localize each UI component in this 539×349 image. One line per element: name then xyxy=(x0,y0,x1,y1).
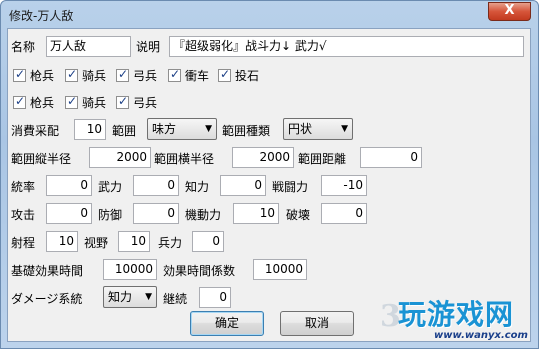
watermark-text: 玩游戏网 xyxy=(398,298,515,331)
unit-label: 骑兵 xyxy=(82,68,107,83)
base-time-input[interactable]: 10000 xyxy=(103,259,157,280)
damage-type-select-value: 知力 xyxy=(108,290,133,304)
stat-label-mobility: 機動力 xyxy=(185,208,222,222)
range-distance-label: 範囲距離 xyxy=(298,152,347,166)
unit-checkbox-cavalry[interactable]: ✓ 骑兵 xyxy=(65,67,106,83)
stat-input-war[interactable]: 0 xyxy=(133,175,179,196)
unit2-checkbox-archer[interactable]: ✓ 弓兵 xyxy=(116,94,157,110)
stat-label-command: 統率 xyxy=(11,180,36,194)
unit-label: 骑兵 xyxy=(82,95,107,110)
title-bar[interactable]: 修改-万人敌 X xyxy=(1,1,538,29)
stat-label-intel: 知力 xyxy=(185,180,210,194)
stat-label-attack: 攻击 xyxy=(11,208,36,222)
checkbox-box[interactable]: ✓ xyxy=(116,94,129,109)
time-coef-input[interactable]: 10000 xyxy=(253,259,307,280)
damage-type-select[interactable]: 知力 ▼ xyxy=(103,286,157,308)
checkbox-box[interactable]: ✓ xyxy=(218,67,231,82)
stat-label-destroy: 破壊 xyxy=(286,208,311,222)
unit2-checkbox-spear[interactable]: ✓ 枪兵 xyxy=(13,94,54,110)
checkbox-box[interactable]: ✓ xyxy=(116,67,129,82)
description-input[interactable]: 『超级弱化』战斗力↓ 武力√ xyxy=(169,36,524,57)
stat-input-troops[interactable]: 0 xyxy=(192,231,224,252)
cost-input[interactable]: 10 xyxy=(74,119,106,140)
unit-checkbox-ram[interactable]: ✓ 衝车 xyxy=(168,67,209,83)
range-select[interactable]: 味方 ▼ xyxy=(147,118,217,140)
name-input[interactable]: 万人敌 xyxy=(46,36,131,57)
unit-label: 枪兵 xyxy=(30,68,55,83)
stat-label-defense: 防御 xyxy=(98,208,123,222)
unit-label: 弓兵 xyxy=(133,95,158,110)
damage-type-label: ダメージ系統 xyxy=(11,292,83,306)
stat-input-command[interactable]: 0 xyxy=(46,175,92,196)
unit-checkbox-archer[interactable]: ✓ 弓兵 xyxy=(116,67,157,83)
window-title: 修改-万人敌 xyxy=(9,9,74,23)
range-select-value: 味方 xyxy=(152,122,177,136)
site-watermark: 3 玩游戏网 www.wanyx.com xyxy=(380,285,539,349)
stat-input-attack[interactable]: 0 xyxy=(46,203,92,224)
stat-input-defense[interactable]: 0 xyxy=(133,203,179,224)
checkbox-box[interactable]: ✓ xyxy=(168,67,181,82)
checkbox-box[interactable]: ✓ xyxy=(13,94,26,109)
ok-button[interactable]: 确定 xyxy=(190,311,264,336)
stat-input-range[interactable]: 10 xyxy=(46,231,78,252)
cancel-button[interactable]: 取消 xyxy=(280,311,354,336)
watermark-url: www.wanyx.com xyxy=(434,330,528,341)
unit-label: 投石 xyxy=(235,68,260,83)
unit-checkbox-catapult[interactable]: ✓ 投石 xyxy=(218,67,259,83)
range-type-label: 範囲種類 xyxy=(222,124,271,138)
stat-input-destroy[interactable]: 0 xyxy=(321,203,367,224)
vert-radius-input[interactable]: 2000 xyxy=(89,147,151,168)
vert-radius-label: 範囲縦半径 xyxy=(11,152,72,166)
stat-input-combat[interactable]: -10 xyxy=(321,175,367,196)
stat-label-combat: 戦闘力 xyxy=(272,180,309,194)
checkbox-box[interactable]: ✓ xyxy=(13,67,26,82)
horiz-radius-input[interactable]: 2000 xyxy=(232,147,294,168)
chevron-down-icon: ▼ xyxy=(145,292,152,302)
unit2-checkbox-cavalry[interactable]: ✓ 骑兵 xyxy=(65,94,106,110)
chevron-down-icon: ▼ xyxy=(205,124,212,134)
stat-label-range: 射程 xyxy=(11,236,36,250)
continue-input[interactable]: 0 xyxy=(199,287,231,308)
description-label: 说明 xyxy=(136,40,161,54)
stat-input-mobility[interactable]: 10 xyxy=(233,203,279,224)
stat-input-intel[interactable]: 0 xyxy=(220,175,266,196)
checkbox-box[interactable]: ✓ xyxy=(65,94,78,109)
unit-label: 弓兵 xyxy=(133,68,158,83)
cost-label: 消費采配 xyxy=(11,124,60,138)
range-type-select-value: 円状 xyxy=(288,122,313,136)
stat-label-war: 武力 xyxy=(98,180,123,194)
checkbox-box[interactable]: ✓ xyxy=(65,67,78,82)
close-button[interactable]: X xyxy=(488,2,531,21)
horiz-radius-label: 範囲横半径 xyxy=(154,152,215,166)
continue-label: 継続 xyxy=(163,292,188,306)
unit-label: 衝车 xyxy=(185,68,210,83)
range-type-select[interactable]: 円状 ▼ xyxy=(283,118,353,140)
name-label: 名称 xyxy=(11,40,36,54)
stat-label-vision: 视野 xyxy=(84,236,109,250)
base-time-label: 基礎効果時間 xyxy=(11,264,84,278)
stat-label-troops: 兵力 xyxy=(158,236,183,250)
chevron-down-icon: ▼ xyxy=(341,124,348,134)
stat-input-vision[interactable]: 10 xyxy=(118,231,150,252)
time-coef-label: 効果時間係数 xyxy=(163,264,236,278)
unit-checkbox-spear[interactable]: ✓ 枪兵 xyxy=(13,67,54,83)
unit-label: 枪兵 xyxy=(30,95,55,110)
range-distance-input[interactable]: 0 xyxy=(360,147,422,168)
range-label: 範囲 xyxy=(112,124,137,138)
